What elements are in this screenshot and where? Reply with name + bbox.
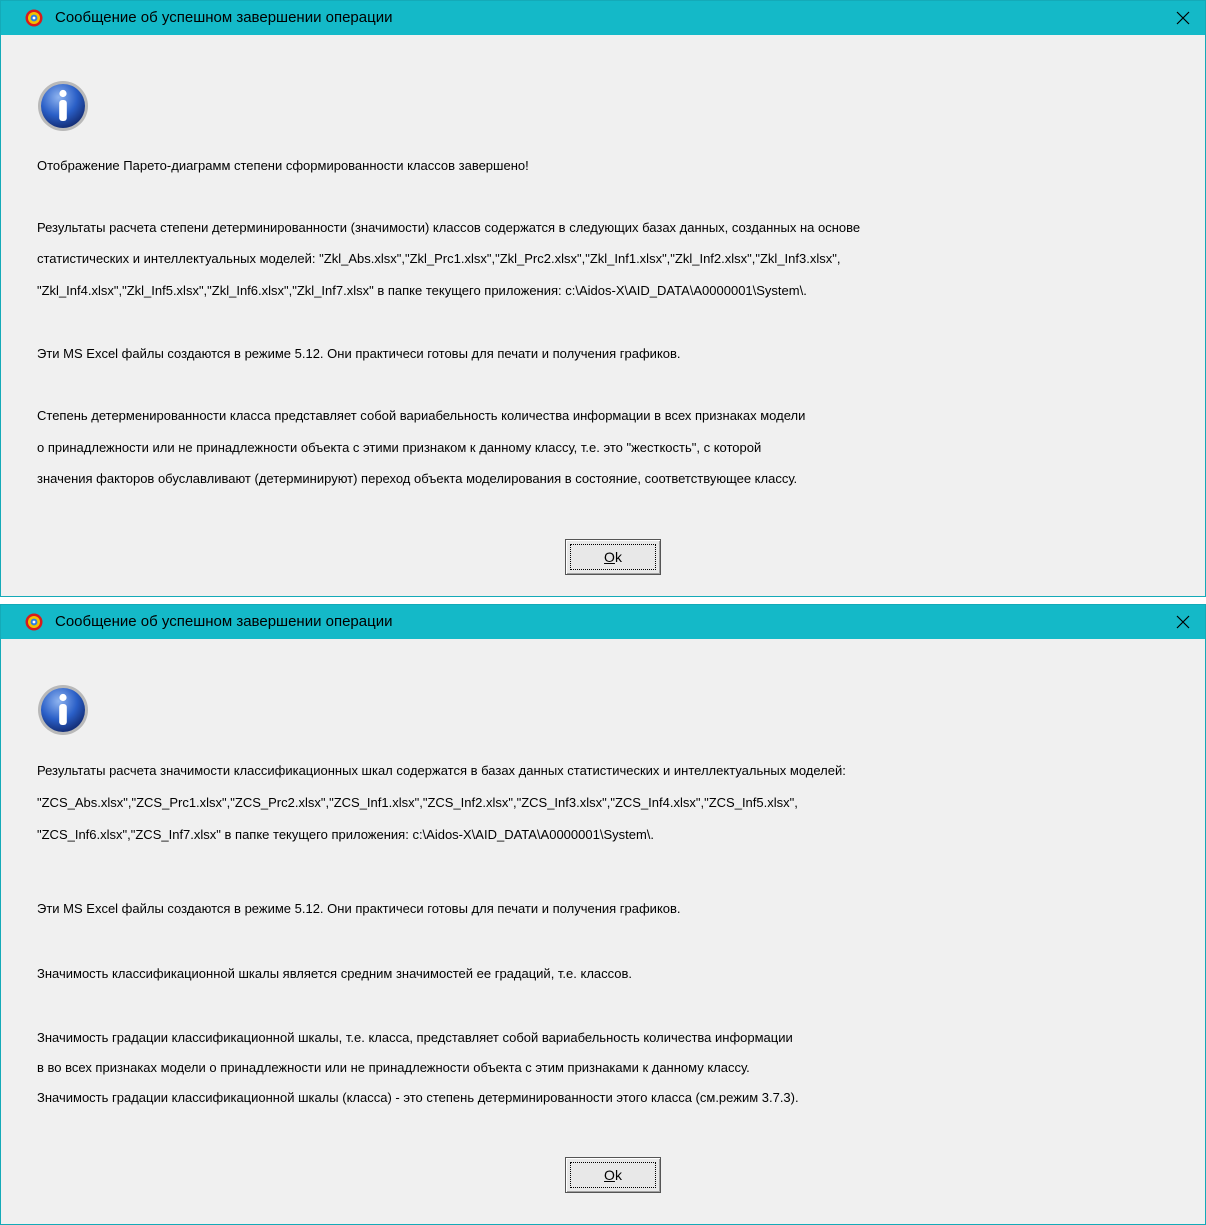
message-line: Степень детерменированности класса предс… — [37, 408, 806, 423]
message-line: Значимость классификационной шкалы являе… — [37, 966, 633, 981]
success-dialog-1: Сообщение об успешном завершении операци… — [0, 0, 1206, 597]
app-icon — [25, 613, 43, 631]
close-icon — [1176, 615, 1190, 629]
message-line: Отображение Парето-диаграмм степени сфор… — [37, 158, 529, 173]
close-button[interactable] — [1161, 1, 1205, 35]
success-dialog-2: Сообщение об успешном завершении операци… — [0, 604, 1206, 1225]
message-line: Эти MS Excel файлы создаются в режиме 5.… — [37, 346, 681, 361]
message-line: Результаты расчета степени детерминирова… — [37, 220, 861, 235]
message-line: о принадлежности или не принадлежности о… — [37, 440, 762, 455]
message-line: "ZCS_Abs.xlsx","ZCS_Prc1.xlsx","ZCS_Prc2… — [37, 795, 798, 810]
close-icon — [1176, 11, 1190, 25]
message-line: Значимость градации классификационной шк… — [37, 1090, 799, 1105]
dialog-title: Сообщение об успешном завершении операци… — [55, 9, 393, 26]
ok-button[interactable]: Ok — [565, 539, 661, 575]
message-line: Значимость градации классификационной шк… — [37, 1030, 793, 1045]
info-icon — [38, 685, 88, 735]
message-line: "Zkl_Inf4.xlsx","Zkl_Inf5.xlsx","Zkl_Inf… — [37, 283, 807, 298]
message-line: статистических и интеллектуальных моделе… — [37, 251, 841, 266]
message-line: в во всех признаках модели о принадлежно… — [37, 1060, 750, 1075]
message-line: значения факторов обуславливают (детерми… — [37, 471, 798, 486]
message-line: "ZCS_Inf6.xlsx","ZCS_Inf7.xlsx" в папке … — [37, 827, 655, 842]
close-button[interactable] — [1161, 605, 1205, 639]
app-icon — [25, 9, 43, 27]
ok-button[interactable]: Ok — [565, 1157, 661, 1193]
dialog-title: Сообщение об успешном завершении операци… — [55, 613, 393, 630]
focus-rect — [570, 1162, 656, 1188]
info-icon — [38, 81, 88, 131]
message-line: Результаты расчета значимости классифика… — [37, 763, 846, 778]
title-bar[interactable]: Сообщение об успешном завершении операци… — [1, 605, 1205, 639]
message-line: Эти MS Excel файлы создаются в режиме 5.… — [37, 901, 681, 916]
title-bar[interactable]: Сообщение об успешном завершении операци… — [1, 1, 1205, 35]
focus-rect — [570, 544, 656, 570]
